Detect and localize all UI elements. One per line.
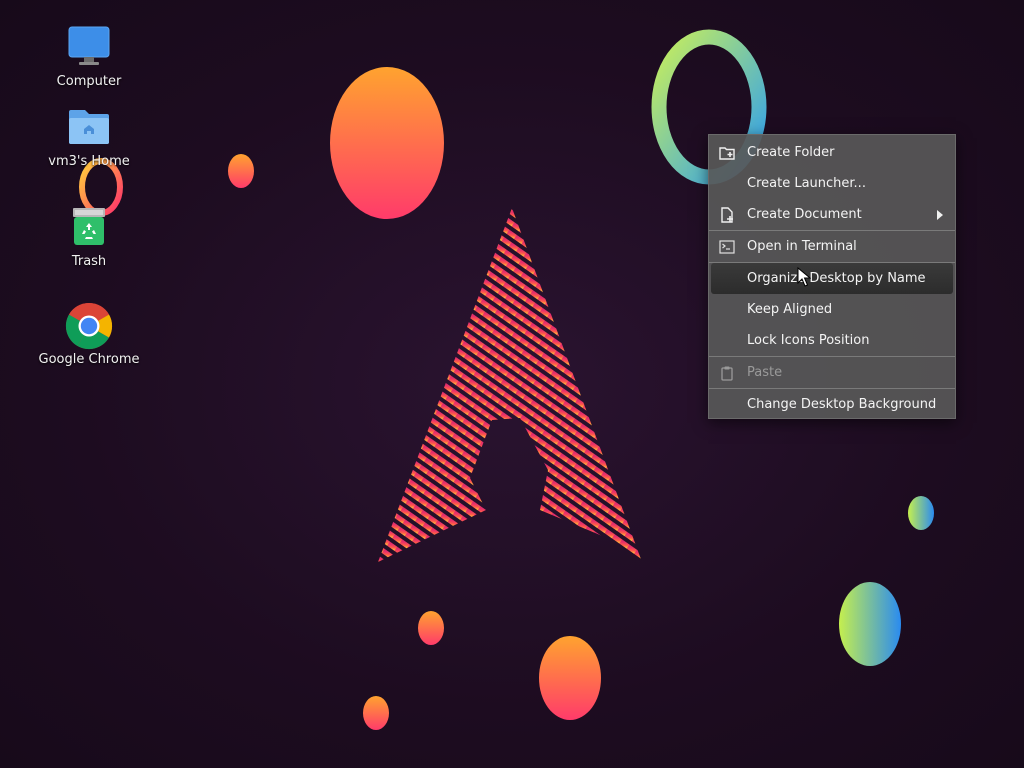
green-blue-ball (839, 582, 901, 666)
mouse-cursor-icon (797, 267, 811, 287)
menu-item-create-launcher[interactable]: Create Launcher... (711, 168, 953, 199)
menu-item-change-background[interactable]: Change Desktop Background (711, 389, 953, 420)
trash-icon (73, 208, 105, 245)
orange-ball (228, 154, 254, 188)
desktop-icon-chrome[interactable]: Google Chrome (34, 302, 144, 367)
menu-item-open-terminal[interactable]: Open in Terminal (711, 231, 953, 262)
desktop-icon-label: vm3's Home (48, 154, 130, 169)
menu-item-label: Keep Aligned (747, 302, 833, 317)
orange-ball (539, 636, 601, 720)
orange-ball (418, 611, 444, 645)
menu-item-keep-aligned[interactable]: Keep Aligned (711, 294, 953, 325)
desktop[interactable]: Computer vm3's Home Trash Google Chrome … (0, 0, 1024, 768)
green-blue-ball (908, 496, 934, 530)
menu-item-create-document[interactable]: Create Document (711, 199, 953, 230)
monitor-icon (68, 26, 110, 65)
orange-ball (363, 696, 389, 730)
document-plus-icon (721, 207, 733, 223)
desktop-icon-computer[interactable]: Computer (34, 24, 144, 89)
chrome-icon (65, 302, 113, 350)
menu-item-label: Organize Desktop by Name (747, 271, 926, 286)
arch-logo (378, 208, 642, 562)
desktop-icon-home[interactable]: vm3's Home (34, 104, 144, 169)
desktop-icon-label: Trash (71, 254, 107, 269)
menu-item-label: Lock Icons Position (747, 333, 870, 348)
desktop-icon-label: Google Chrome (38, 352, 140, 367)
orange-ball (330, 67, 444, 219)
home-folder-icon (69, 110, 109, 144)
menu-item-label: Create Folder (747, 145, 835, 160)
clipboard-icon (721, 366, 733, 381)
folder-plus-icon (719, 147, 735, 160)
menu-item-label: Open in Terminal (747, 239, 857, 254)
menu-item-label: Change Desktop Background (747, 397, 937, 412)
desktop-context-menu: Create Folder Create Launcher... Create … (708, 134, 956, 419)
menu-item-label: Paste (747, 365, 783, 380)
submenu-arrow-icon (937, 210, 943, 220)
menu-item-label: Create Document (747, 207, 862, 222)
menu-item-organize-desktop[interactable]: Organize Desktop by Name (711, 263, 953, 294)
menu-item-create-folder[interactable]: Create Folder (711, 137, 953, 168)
menu-item-paste[interactable]: Paste (711, 357, 953, 388)
menu-item-lock-icons[interactable]: Lock Icons Position (711, 325, 953, 356)
terminal-icon (719, 240, 735, 254)
menu-item-label: Create Launcher... (747, 176, 866, 191)
desktop-icon-label: Computer (56, 74, 122, 89)
desktop-icon-trash[interactable]: Trash (34, 204, 144, 269)
